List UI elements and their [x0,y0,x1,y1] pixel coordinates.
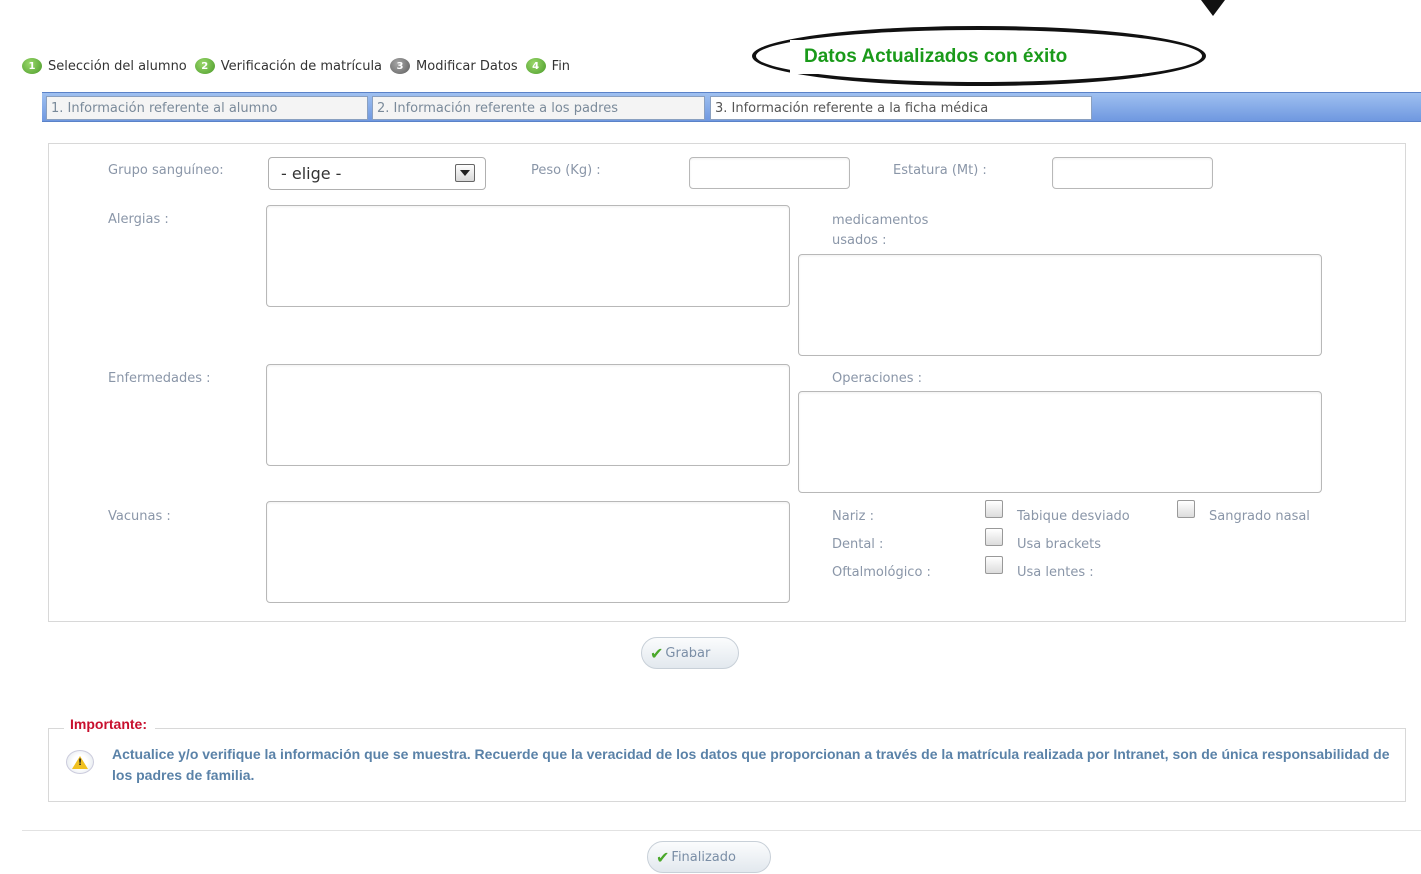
alergias-label: Alergias : [108,212,169,227]
annotation-arrow-icon [1201,0,1225,16]
step-number-badge: 3 [390,58,411,74]
finalizado-label: Finalizado [671,849,736,865]
select-value: - elige - [281,164,342,183]
tab-alumno[interactable]: 1. Información referente al alumno [46,96,368,120]
divider [22,830,1421,831]
step-seleccion[interactable]: 1 Selección del alumno [22,58,187,74]
oftalmologico-label: Oftalmológico : [832,565,931,580]
important-title: Importante: [64,716,155,732]
enfermedades-textarea[interactable] [266,364,790,466]
step-fin[interactable]: 4 Fin [525,58,571,74]
grabar-button[interactable]: ✔ Grabar [641,637,739,669]
step-modificar[interactable]: 3 Modificar Datos [390,58,518,74]
operaciones-textarea[interactable] [798,391,1322,493]
sangrado-label: Sangrado nasal [1209,509,1310,524]
finalizado-button[interactable]: ✔ Finalizado [647,841,771,873]
sangrado-checkbox[interactable] [1177,500,1195,518]
peso-input[interactable] [689,157,850,189]
tabique-checkbox[interactable] [985,500,1003,518]
dental-label: Dental : [832,537,884,552]
success-message: Datos Actualizados con éxito [790,40,1142,74]
chevron-down-icon[interactable] [455,164,475,182]
tabique-label: Tabique desviado [1017,509,1130,524]
brackets-checkbox[interactable] [985,528,1003,546]
check-icon: ✔ [656,847,670,867]
estatura-label: Estatura (Mt) : [893,163,987,178]
tab-ficha-medica[interactable]: 3. Información referente a la ficha médi… [710,96,1092,120]
estatura-input[interactable] [1052,157,1213,189]
vacunas-textarea[interactable] [266,501,790,603]
grupo-sanguineo-label: Grupo sanguíneo: [108,163,224,178]
lentes-checkbox[interactable] [985,556,1003,574]
wizard-steps: 1 Selección del alumno 2 Verificación de… [22,54,578,78]
step-verificacion[interactable]: 2 Verificación de matrícula [194,58,383,74]
medicamentos-textarea[interactable] [798,254,1322,356]
tab-padres[interactable]: 2. Información referente a los padres [372,96,705,120]
vacunas-label: Vacunas : [108,509,171,524]
operaciones-label: Operaciones : [832,371,923,386]
tab-bar: 1. Información referente al alumno 2. In… [42,92,1421,122]
check-icon: ✔ [650,643,664,663]
alergias-textarea[interactable] [266,205,790,307]
enfermedades-label: Enfermedades : [108,371,211,386]
grabar-label: Grabar [665,645,711,661]
step-label: Fin [551,58,571,74]
step-number-badge: 2 [194,58,215,74]
important-text: Actualice y/o verifique la información q… [112,746,1390,783]
lentes-label: Usa lentes : [1017,565,1094,580]
grupo-sanguineo-select[interactable]: - elige - [268,157,486,190]
medicamentos-label: medicamentos usados : [832,213,929,248]
step-number-badge: 4 [525,58,546,74]
peso-label: Peso (Kg) : [531,163,601,178]
warning-icon: ! [66,750,94,774]
step-number-badge: 1 [22,58,42,74]
nariz-label: Nariz : [832,509,874,524]
step-label: Modificar Datos [416,58,518,74]
brackets-label: Usa brackets [1017,537,1102,552]
step-label: Selección del alumno [48,58,187,74]
step-label: Verificación de matrícula [220,58,383,74]
